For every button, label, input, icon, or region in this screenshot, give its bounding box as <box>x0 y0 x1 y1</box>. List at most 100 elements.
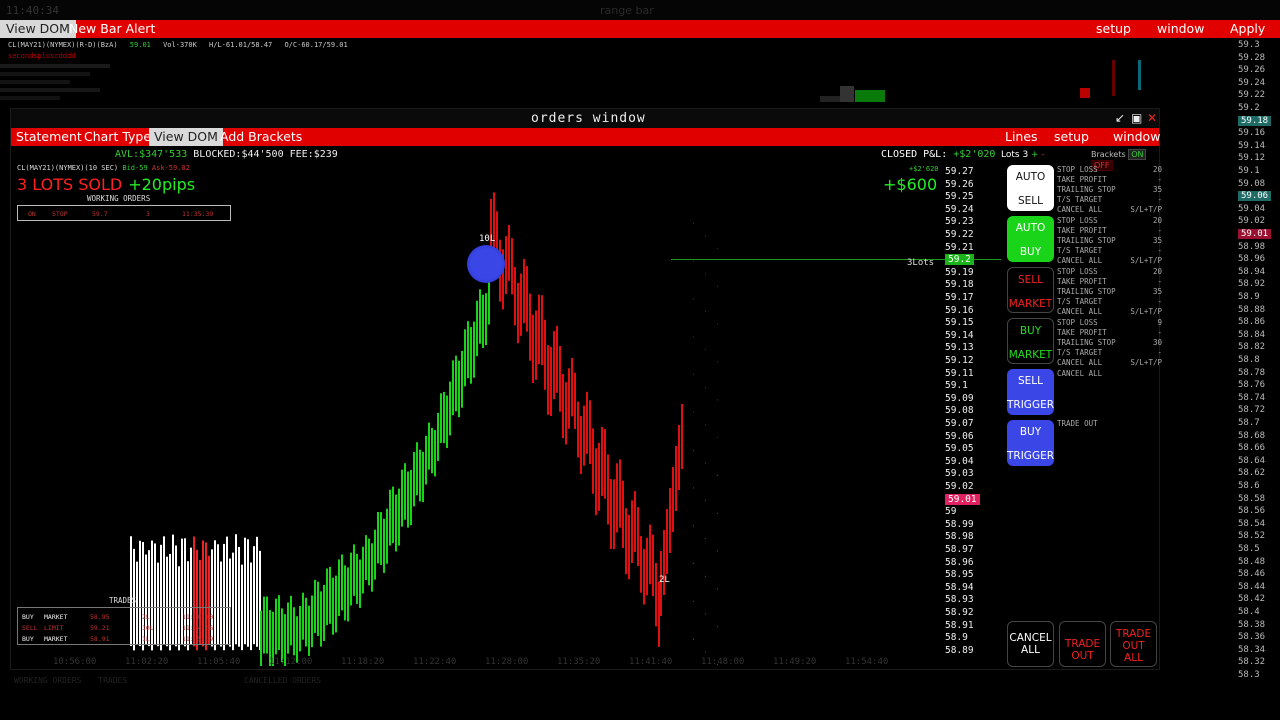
ladder-price[interactable]: 58.97 <box>945 544 974 555</box>
minimize-icon[interactable]: ↙ <box>1115 111 1125 125</box>
ts-target-value[interactable]: - <box>1157 348 1162 358</box>
ladder-price[interactable]: 58.93 <box>945 594 974 605</box>
trade-out-link[interactable]: TRADE OUT <box>1057 419 1098 429</box>
buy-market-button[interactable]: BUY MARKET <box>1007 318 1054 364</box>
close-icon[interactable]: ✕ <box>1147 111 1157 125</box>
ladder-price[interactable]: 59.09 <box>945 393 974 404</box>
take-profit-value[interactable]: - <box>1157 277 1162 287</box>
lines-button[interactable]: Lines <box>1000 128 1043 146</box>
trade-out-button[interactable]: TRADE OUT <box>1059 621 1106 667</box>
chart-type-button[interactable]: Chart Type <box>79 128 156 146</box>
ladder-price[interactable]: 59.2 <box>945 254 974 266</box>
ladder-price[interactable]: 59.15 <box>945 317 974 328</box>
ladder-price[interactable]: 58.94 <box>945 582 974 593</box>
cancel-all-link[interactable]: CANCEL ALL <box>1057 358 1102 368</box>
ladder-price[interactable]: 59.16 <box>945 305 974 316</box>
ladder-price[interactable]: 59.03 <box>945 468 974 479</box>
cancel-all-button[interactable]: CANCEL ALL <box>1007 621 1054 667</box>
trailing-stop-value[interactable]: 35 <box>1153 236 1162 246</box>
ladder-price[interactable]: 58.89 <box>945 645 974 656</box>
take-profit-value[interactable]: - <box>1157 328 1162 338</box>
window-button[interactable]: window <box>1108 128 1165 146</box>
tab-cancelled-orders[interactable]: CANCELLED ORDERS <box>244 676 321 685</box>
ladder-price[interactable]: 59.26 <box>945 179 974 190</box>
ladder-price[interactable]: 59.17 <box>945 292 974 303</box>
ladder-price[interactable]: 59.07 <box>945 418 974 429</box>
ladder-price[interactable]: 58.95 <box>945 569 974 580</box>
ladder-price[interactable]: 59.08 <box>945 405 974 416</box>
ladder-price[interactable]: 58.9 <box>945 632 968 643</box>
ladder-price[interactable]: 58.96 <box>945 557 974 568</box>
stop-loss-value[interactable]: 20 <box>1153 267 1162 277</box>
minus-icon[interactable]: - <box>1041 150 1044 160</box>
trailing-stop-value[interactable]: 35 <box>1153 185 1162 195</box>
ladder-price[interactable]: 59.06 <box>945 431 974 442</box>
sl-tp-link[interactable]: S/L+T/P <box>1130 307 1162 317</box>
ladder-price[interactable]: 59.12 <box>945 355 974 366</box>
ladder-price[interactable]: 59.1 <box>945 380 968 391</box>
price-chart[interactable]: ······································ <box>11 166 941 666</box>
window-button[interactable]: window <box>1151 20 1210 38</box>
brackets-on-toggle[interactable]: ON <box>1128 149 1147 160</box>
stop-loss-value[interactable]: 20 <box>1153 165 1162 175</box>
sl-tp-link[interactable]: S/L+T/P <box>1130 358 1162 368</box>
ladder-price[interactable]: 59.21 <box>945 242 974 253</box>
ladder-price[interactable]: 59.24 <box>945 204 974 215</box>
cancel-all-link[interactable]: CANCEL ALL <box>1057 205 1102 215</box>
sl-tp-link[interactable]: S/L+T/P <box>1130 256 1162 266</box>
ladder-price[interactable]: 59.23 <box>945 216 974 227</box>
view-dom-button[interactable]: View DOM <box>149 128 223 146</box>
ladder-price[interactable]: 59 <box>945 506 956 517</box>
ladder-price[interactable]: 59.02 <box>945 481 974 492</box>
take-profit-value[interactable]: - <box>1157 226 1162 236</box>
plus-icon[interactable]: + <box>1031 150 1039 160</box>
ladder-price[interactable]: 59.11 <box>945 368 974 379</box>
far-ladder-price: 58.62 <box>1238 468 1266 479</box>
take-profit-value[interactable]: - <box>1157 175 1162 185</box>
apply-button[interactable]: Apply <box>1224 20 1271 38</box>
ladder-price[interactable]: 59.27 <box>945 166 974 177</box>
ladder-price[interactable]: 58.91 <box>945 620 974 631</box>
statement-button[interactable]: Statement <box>11 128 87 146</box>
sl-tp-link[interactable]: S/L+T/P <box>1130 205 1162 215</box>
cancel-all-link[interactable]: CANCEL ALL <box>1057 369 1102 379</box>
trailing-stop-value[interactable]: 35 <box>1153 287 1162 297</box>
add-brackets-button[interactable]: Add Brackets <box>215 128 307 146</box>
stop-loss-value[interactable]: 20 <box>1153 216 1162 226</box>
os-title-bar: 11:40:34 range bar <box>0 0 1280 20</box>
stop-loss-value[interactable]: 9 <box>1157 318 1162 328</box>
cancel-all-link[interactable]: CANCEL ALL <box>1057 307 1102 317</box>
trailing-stop-value[interactable]: 30 <box>1153 338 1162 348</box>
sell-trigger-button[interactable]: SELL TRIGGER <box>1007 369 1054 415</box>
ladder-price[interactable]: 58.98 <box>945 531 974 542</box>
dom-price-ladder[interactable]: 59.27 59.26 59.25 59.24 59.23 59.22 59.21 59.2 5… <box>943 166 999 656</box>
lots-selector[interactable]: Lots 3 + - <box>1001 150 1045 160</box>
cancel-all-link[interactable]: CANCEL ALL <box>1057 256 1102 266</box>
setup-button[interactable]: setup <box>1090 20 1137 38</box>
tab-trades[interactable]: TRADES <box>98 676 127 685</box>
ladder-price[interactable]: 59.04 <box>945 456 974 467</box>
trade-out-all-button[interactable]: TRADE OUT ALL <box>1110 621 1157 667</box>
new-bar-alert-button[interactable]: New Bar Alert <box>63 20 161 38</box>
ladder-price[interactable]: 58.99 <box>945 519 974 530</box>
ladder-price[interactable]: 59.22 <box>945 229 974 240</box>
tab-working-orders[interactable]: WORKING ORDERS <box>14 676 81 685</box>
auto-buy-button[interactable]: AUTO BUY <box>1007 216 1054 262</box>
restore-icon[interactable]: ▣ <box>1131 111 1142 125</box>
ts-target-value[interactable]: - <box>1157 297 1162 307</box>
ts-target-value[interactable]: - <box>1157 195 1162 205</box>
ts-target-value[interactable]: - <box>1157 246 1162 256</box>
ladder-price[interactable]: 59.25 <box>945 191 974 202</box>
ladder-price[interactable]: 58.92 <box>945 607 974 618</box>
ladder-price[interactable]: 59.01 <box>945 493 980 505</box>
auto-sell-button[interactable]: AUTO SELL <box>1007 165 1054 211</box>
ladder-price[interactable]: 59.05 <box>945 443 974 454</box>
ladder-price[interactable]: 59.13 <box>945 342 974 353</box>
buy-trigger-button[interactable]: BUY TRIGGER <box>1007 420 1054 466</box>
setup-button[interactable]: setup <box>1049 128 1094 146</box>
ladder-price[interactable]: 59.18 <box>945 279 974 290</box>
sell-market-button[interactable]: SELL MARKET <box>1007 267 1054 313</box>
ladder-price[interactable]: 59.14 <box>945 330 974 341</box>
ladder-price[interactable]: 59.19 <box>945 267 974 278</box>
trailing-stop-label: TRAILING STOP <box>1057 236 1116 245</box>
